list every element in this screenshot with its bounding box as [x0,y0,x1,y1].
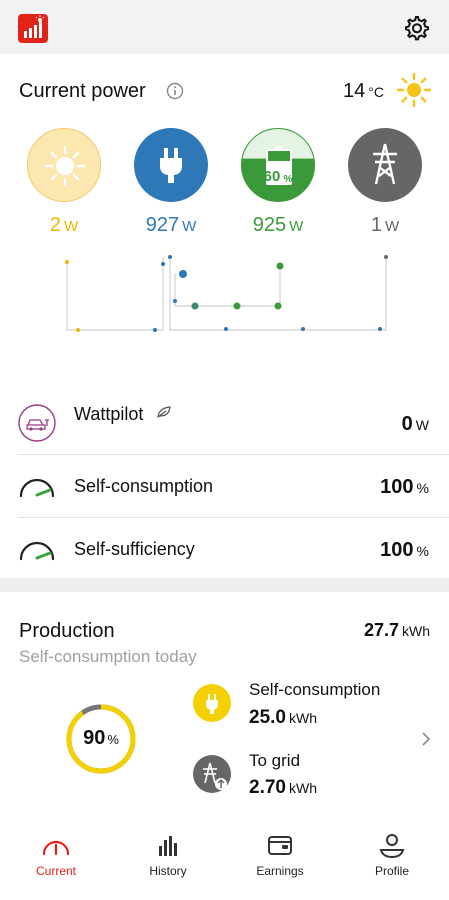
power-tower-icon [373,143,397,185]
self-sufficiency-row[interactable]: Self-sufficiency 100% [0,519,449,579]
grid-power-value: 1 [370,214,382,236]
self-consumption-label: Self-consumption [74,476,214,496]
ring-value: 90 [83,727,106,749]
temperature-unit: °C [368,84,384,100]
self-consumption-row[interactable]: Self-consumption 100% [0,456,449,516]
self-consumption-value: 100 [380,476,414,498]
self-sufficiency-label: Self-sufficiency [74,539,195,559]
chevron-right-icon[interactable] [420,731,432,747]
to-grid-item-value: 2.70 [249,777,286,798]
pv-power-value: 2 [49,214,61,236]
battery-level-label: 60 [264,168,281,185]
info-icon[interactable] [166,82,184,100]
solar-logo-icon[interactable] [18,14,48,43]
battery-power: 925 W [228,214,328,237]
self-sufficiency-unit: % [416,543,429,559]
gauge-icon [19,478,55,498]
divider [18,454,449,455]
plug-icon [193,684,231,722]
production-total: 27.7 kWh [364,620,430,641]
battery-circle[interactable]: 60 % [241,128,315,202]
tab-current-label: Current [35,864,76,878]
wattpilot-row[interactable]: Wattpilot 0W [0,393,449,453]
self-consumption-unit: % [416,480,429,496]
consumption-power: 927 W [121,214,221,237]
to-grid-item-label: To grid [249,751,301,770]
production-subtitle: Self-consumption today [19,647,197,666]
pv-power-unit: W [63,218,79,235]
battery-power-unit: W [289,218,304,235]
wattpilot-label: Wattpilot [74,404,144,424]
self-consumption-item-value: 25.0 [249,707,286,728]
pv-circle[interactable] [27,128,101,202]
self-sufficiency-value: 100 [380,539,414,561]
ring-unit: % [107,732,119,747]
self-consumption-item-label: Self-consumption [249,680,381,699]
flow-dots [65,255,388,332]
grid-power: 1W [335,214,435,237]
bar-chart-icon [159,836,177,856]
production-total-unit: kWh [402,623,430,639]
production-title: Production [19,620,115,642]
user-icon [379,834,405,858]
wallet-icon [268,836,292,855]
temperature: 14 °C [343,80,384,103]
tab-earnings-label: Earnings [256,864,304,878]
temperature-value: 14 [343,80,366,102]
sun-icon [44,145,86,187]
grid-power-unit: W [384,218,400,235]
tab-earnings[interactable]: Earnings [230,832,330,878]
top-bar [0,0,449,54]
sun-icon [396,72,432,108]
ev-charger-icon [18,404,56,442]
gauge-icon [19,541,55,561]
tab-history-label: History [149,864,187,878]
divider [18,517,449,518]
gear-icon[interactable] [402,14,430,42]
plug-icon [160,148,182,183]
battery-icon: 60 % [242,129,314,185]
tab-history[interactable]: History [118,832,218,878]
consumption-power-value: 927 [145,214,180,236]
ring-label: 90% [64,727,138,750]
current-power-title: Current power [19,80,146,102]
production-total-value: 27.7 [363,620,399,640]
wattpilot-value: 0 [401,413,413,435]
consumption-power-unit: W [182,218,197,235]
battery-power-value: 925 [252,214,287,236]
grid-circle[interactable] [348,128,422,202]
tab-profile[interactable]: Profile [342,832,442,878]
wattpilot-unit: W [415,417,429,433]
pv-power: 2W [14,214,114,237]
tab-profile-label: Profile [374,864,409,878]
power-tower-upload-icon [193,755,231,793]
leaf-icon [157,406,171,419]
battery-level-unit: % [284,174,293,185]
tab-current[interactable]: Current [6,832,106,878]
self-consumption-item-unit: kWh [288,710,317,726]
consumption-circle[interactable] [134,128,208,202]
to-grid-item-unit: kWh [288,780,317,796]
energy-flow-diagram [65,255,388,332]
gauge-icon [42,840,70,856]
